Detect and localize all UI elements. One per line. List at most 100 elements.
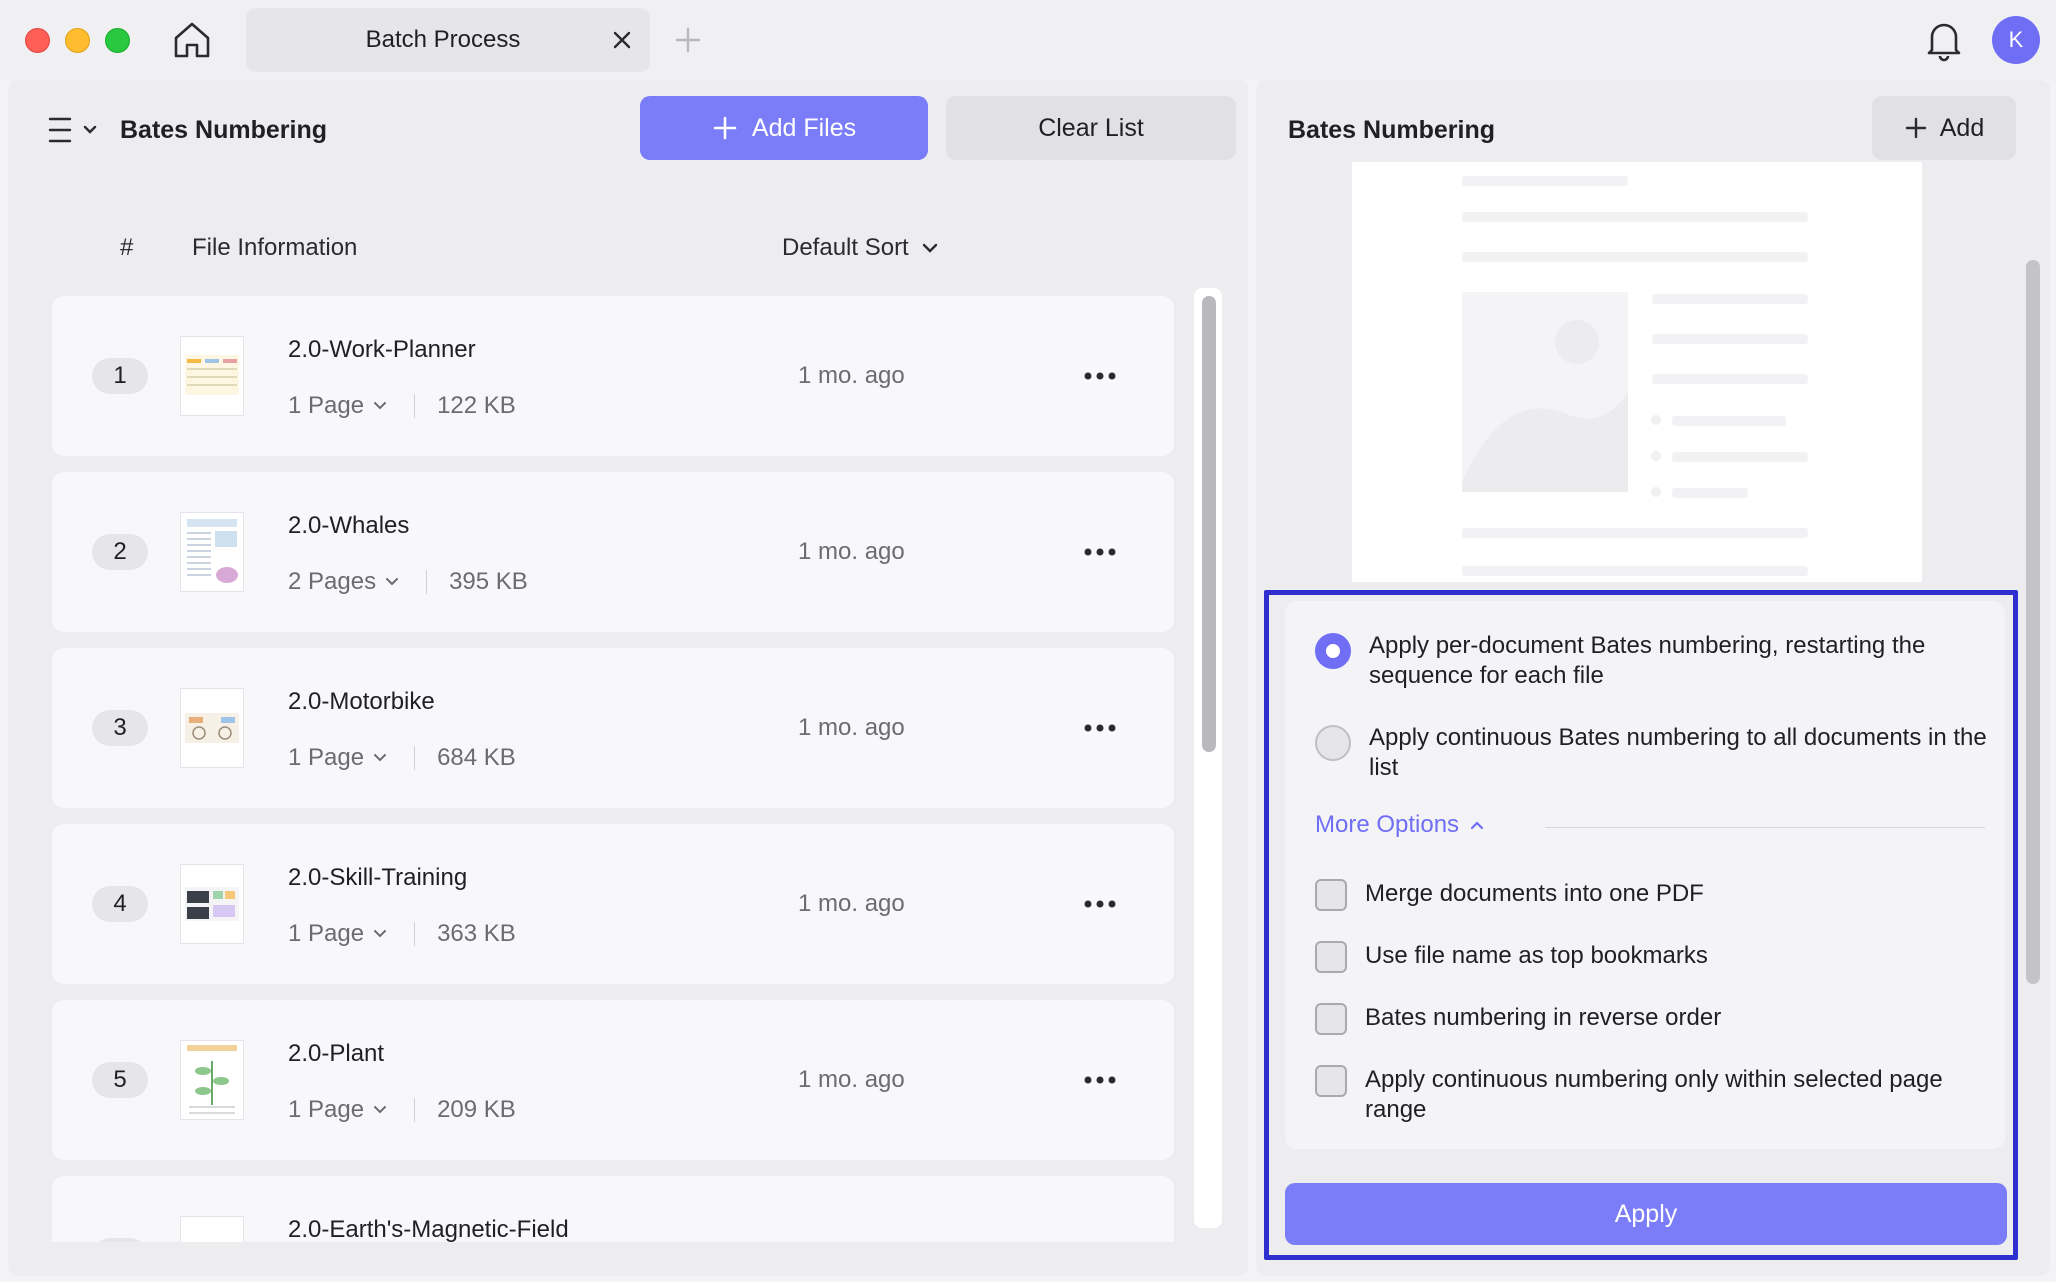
file-thumbnail — [180, 864, 244, 944]
more-options-icon[interactable] — [1082, 892, 1118, 916]
file-list-panel: Bates Numbering Add Files Clear List # F… — [8, 80, 1248, 1276]
tab-batch-process[interactable]: Batch Process — [246, 8, 650, 72]
file-date: 1 mo. ago — [798, 890, 905, 917]
row-number: 1 — [92, 358, 148, 394]
more-options-icon[interactable] — [1082, 364, 1118, 388]
file-date: 1 mo. ago — [798, 538, 905, 565]
column-header-file-information: File Information — [192, 234, 358, 261]
file-size: 684 KB — [437, 744, 516, 771]
file-row[interactable]: 5 2.0-Plant 1 Page 209 KB 1 mo. ago — [52, 1000, 1174, 1160]
chevron-down-icon — [386, 578, 399, 586]
checkbox-reverse[interactable] — [1315, 1003, 1347, 1035]
file-name: 2.0-Plant — [288, 1040, 385, 1067]
file-row[interactable]: 1 2.0-Work-Planner 1 Page 122 KB 1 mo. a… — [52, 296, 1174, 456]
checkbox-page-range-label: Apply continuous numbering only within s… — [1365, 1066, 1943, 1123]
avatar[interactable]: K — [1992, 16, 2040, 64]
option-per-document[interactable]: Apply per-document Bates numbering, rest… — [1315, 631, 1995, 691]
close-tab-icon[interactable] — [610, 28, 634, 52]
file-thumbnail — [180, 512, 244, 592]
file-name: 2.0-Motorbike — [288, 688, 435, 715]
option-bookmarks[interactable]: Use file name as top bookmarks — [1315, 941, 1995, 973]
file-date: 1 mo. ago — [798, 1066, 905, 1093]
sort-dropdown[interactable]: Default Sort — [782, 230, 939, 266]
file-thumbnail — [180, 1040, 244, 1120]
row-number: 4 — [92, 886, 148, 922]
title-bar: Batch Process K — [0, 0, 2056, 80]
page-count-dropdown[interactable]: 1 Page 209 KB — [288, 1096, 516, 1124]
file-size: 122 KB — [437, 392, 516, 419]
radio-per-document-label: Apply per-document Bates numbering, rest… — [1369, 632, 1926, 689]
chevron-down-icon — [83, 125, 97, 134]
file-row[interactable]: 3 2.0-Motorbike 1 Page 684 KB 1 mo. ago — [52, 648, 1174, 808]
file-list: 1 2.0-Work-Planner 1 Page 122 KB 1 mo. a… — [52, 296, 1182, 1242]
divider — [414, 1098, 416, 1122]
file-size: 363 KB — [437, 920, 516, 947]
option-continuous[interactable]: Apply continuous Bates numbering to all … — [1315, 723, 1995, 783]
divider — [414, 394, 416, 418]
file-date: 1 mo. ago — [798, 362, 905, 389]
checkbox-merge[interactable] — [1315, 879, 1347, 911]
divider — [426, 570, 428, 594]
document-preview — [1352, 162, 1922, 582]
bates-options: Apply per-document Bates numbering, rest… — [1285, 601, 2005, 1149]
clear-list-button[interactable]: Clear List — [946, 96, 1236, 160]
chevron-down-icon — [922, 243, 937, 253]
home-icon[interactable] — [170, 18, 214, 62]
add-files-button[interactable]: Add Files — [640, 96, 928, 160]
file-row[interactable]: 2 2.0-Whales 2 Pages 395 KB 1 mo. ago — [52, 472, 1174, 632]
file-name: 2.0-Whales — [288, 512, 410, 539]
panel-title: Bates Numbering — [120, 116, 327, 144]
apply-button[interactable]: Apply — [1285, 1183, 2007, 1245]
row-number: 2 — [92, 534, 148, 570]
page-count: 1 Page — [288, 1096, 365, 1123]
menu-button[interactable] — [40, 110, 104, 150]
file-thumbnail — [180, 688, 244, 768]
file-date: 1 mo. ago — [798, 714, 905, 741]
radio-per-document[interactable] — [1315, 633, 1351, 669]
tab-title: Batch Process — [365, 26, 521, 53]
checkbox-reverse-label: Bates numbering in reverse order — [1365, 1004, 1722, 1031]
chevron-down-icon — [374, 754, 387, 762]
chevron-down-icon — [374, 1106, 387, 1114]
close-window-button[interactable] — [25, 28, 50, 53]
new-tab-icon[interactable] — [672, 24, 704, 56]
divider — [414, 922, 416, 946]
chevron-down-icon — [374, 402, 387, 410]
more-options-toggle[interactable]: More Options — [1315, 811, 1485, 839]
more-options-icon[interactable] — [1082, 540, 1118, 564]
more-options-icon[interactable] — [1082, 1068, 1118, 1092]
page-count-dropdown[interactable]: 1 Page 122 KB — [288, 392, 516, 420]
row-number: 3 — [92, 710, 148, 746]
zoom-window-button[interactable] — [105, 28, 130, 53]
minimize-window-button[interactable] — [65, 28, 90, 53]
page-count-dropdown[interactable]: 1 Page 363 KB — [288, 920, 516, 948]
add-bates-button[interactable]: Add — [1872, 96, 2016, 160]
chevron-down-icon — [374, 930, 387, 938]
page-count-dropdown[interactable]: 1 Page 684 KB — [288, 744, 516, 772]
page-count: 2 Pages — [288, 568, 377, 595]
file-name: 2.0-Skill-Training — [288, 864, 468, 891]
column-header-number: # — [120, 234, 134, 261]
radio-continuous[interactable] — [1315, 725, 1351, 761]
page-count: 1 Page — [288, 920, 365, 947]
settings-title: Bates Numbering — [1288, 116, 1495, 144]
settings-scrollbar-thumb[interactable] — [2026, 260, 2040, 984]
bell-icon[interactable] — [1924, 18, 1964, 62]
page-count: 1 Page — [288, 744, 365, 771]
bates-options-highlight: Apply per-document Bates numbering, rest… — [1264, 590, 2018, 1260]
page-count-dropdown[interactable]: 2 Pages 395 KB — [288, 568, 528, 596]
chevron-up-icon — [1470, 821, 1484, 830]
file-row[interactable]: 4 2.0-Skill-Training 1 Page 363 KB 1 mo.… — [52, 824, 1174, 984]
checkbox-bookmarks[interactable] — [1315, 941, 1347, 973]
file-list-scrollbar-thumb[interactable] — [1202, 296, 1216, 752]
checkbox-merge-label: Merge documents into one PDF — [1365, 880, 1704, 907]
option-merge[interactable]: Merge documents into one PDF — [1315, 879, 1995, 911]
checkbox-page-range[interactable] — [1315, 1065, 1347, 1097]
more-options-icon[interactable] — [1082, 716, 1118, 740]
file-thumbnail — [180, 336, 244, 416]
page-count: 1 Page — [288, 392, 365, 419]
option-page-range[interactable]: Apply continuous numbering only within s… — [1315, 1065, 1995, 1125]
file-row[interactable]: 6 2.0-Earth's-Magnetic-Field — [52, 1176, 1174, 1242]
option-reverse[interactable]: Bates numbering in reverse order — [1315, 1003, 1995, 1035]
file-thumbnail — [180, 1216, 244, 1242]
